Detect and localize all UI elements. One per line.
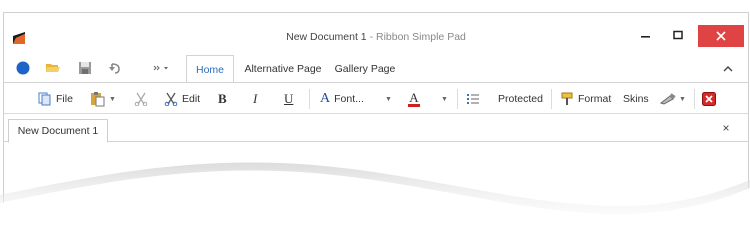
app-menu-button[interactable] <box>12 56 34 80</box>
document-tab[interactable]: New Document 1 <box>8 119 108 143</box>
exit-button[interactable] <box>702 89 716 109</box>
bold-label: B <box>218 91 227 106</box>
maximize-button[interactable] <box>664 25 692 47</box>
skin-gallery-dropdown-icon: ▼ <box>679 95 686 103</box>
protected-button[interactable]: Protected <box>498 89 543 109</box>
close-window-button[interactable] <box>698 25 744 47</box>
font-color-dropdown-icon: ▼ <box>441 95 448 103</box>
document-tab-label: New Document 1 <box>17 125 99 137</box>
open-folder-icon <box>46 64 60 72</box>
format-painter-icon <box>561 92 573 105</box>
ribbon-separator <box>309 89 310 109</box>
file-button[interactable]: File <box>38 89 73 109</box>
tab-home[interactable]: Home <box>186 55 234 83</box>
font-dropdown-icon: ▼ <box>385 95 392 103</box>
file-label: File <box>56 93 73 105</box>
close-document-icon: × <box>722 121 730 135</box>
bullet-list-icon <box>467 94 479 104</box>
save-button[interactable] <box>74 56 96 80</box>
maximize-icon <box>673 30 683 40</box>
font-color-swatch <box>408 104 420 107</box>
open-button[interactable] <box>42 56 64 80</box>
skins-button[interactable]: Skins <box>623 89 649 109</box>
font-color-button[interactable]: A <box>408 89 420 109</box>
italic-label: I <box>253 91 258 106</box>
customize-icon <box>153 65 168 71</box>
minimize-icon <box>641 36 650 38</box>
cut-button[interactable] <box>134 89 148 109</box>
title-main: New Document 1 <box>286 31 367 43</box>
font-dropdown-button[interactable]: ▼ <box>382 89 392 109</box>
chevron-up-icon <box>723 66 733 72</box>
title-bar: New Document 1 - Ribbon Simple Pad <box>4 13 748 53</box>
document-tab-strip: New Document 1 × <box>4 114 748 143</box>
font-label: Font... <box>334 93 364 105</box>
paste-button[interactable]: ▼ <box>90 89 116 109</box>
close-document-button[interactable]: × <box>719 121 733 135</box>
ribbon-separator <box>551 89 552 109</box>
minimize-button[interactable] <box>632 25 660 47</box>
tab-alternative-page-label: Alternative Page <box>244 63 322 75</box>
edit-label: Edit <box>182 93 201 105</box>
title-sub: - Ribbon Simple Pad <box>366 31 466 43</box>
paint-brush-icon <box>660 93 676 105</box>
tab-home-label: Home <box>195 64 224 76</box>
tab-alternative-page[interactable]: Alternative Page <box>242 55 324 83</box>
collapse-ribbon-button[interactable] <box>720 61 736 77</box>
save-icon <box>79 62 91 74</box>
protected-label: Protected <box>498 93 543 105</box>
ribbon-separator <box>457 89 458 109</box>
underline-button[interactable]: U <box>284 89 293 109</box>
paste-icon <box>91 92 105 107</box>
format-button[interactable]: Format <box>560 89 611 109</box>
edit-scissors-icon <box>164 92 178 106</box>
customize-quick-access-button[interactable] <box>150 56 172 80</box>
edit-button[interactable]: Edit <box>164 89 200 109</box>
close-icon <box>716 31 726 41</box>
scissors-icon <box>134 92 148 106</box>
exit-icon <box>702 92 716 106</box>
font-button[interactable]: A Font... <box>320 89 364 109</box>
skin-gallery-button[interactable]: ▼ <box>660 89 686 109</box>
skins-label: Skins <box>623 93 649 105</box>
undo-icon <box>109 63 120 74</box>
file-icon <box>38 92 51 106</box>
font-color-label: A <box>409 90 419 105</box>
tab-gallery-page[interactable]: Gallery Page <box>332 55 398 83</box>
bold-button[interactable]: B <box>218 89 227 109</box>
font-color-dropdown-button[interactable]: ▼ <box>438 89 448 109</box>
font-a-icon: A <box>320 91 331 106</box>
underline-label: U <box>284 91 294 106</box>
app-menu-icon <box>16 61 30 75</box>
ribbon-separator <box>694 89 695 109</box>
paste-dropdown-icon: ▼ <box>109 95 116 103</box>
bullets-button[interactable] <box>466 89 480 109</box>
format-label: Format <box>578 93 612 105</box>
italic-button[interactable]: I <box>253 89 257 109</box>
torn-edge-decoration <box>0 162 750 242</box>
tab-gallery-page-label: Gallery Page <box>334 63 396 75</box>
undo-button[interactable] <box>104 56 126 80</box>
ribbon-home: File ▼ Edit B I U A Font... ▼ A ▼ Protec… <box>4 82 748 114</box>
